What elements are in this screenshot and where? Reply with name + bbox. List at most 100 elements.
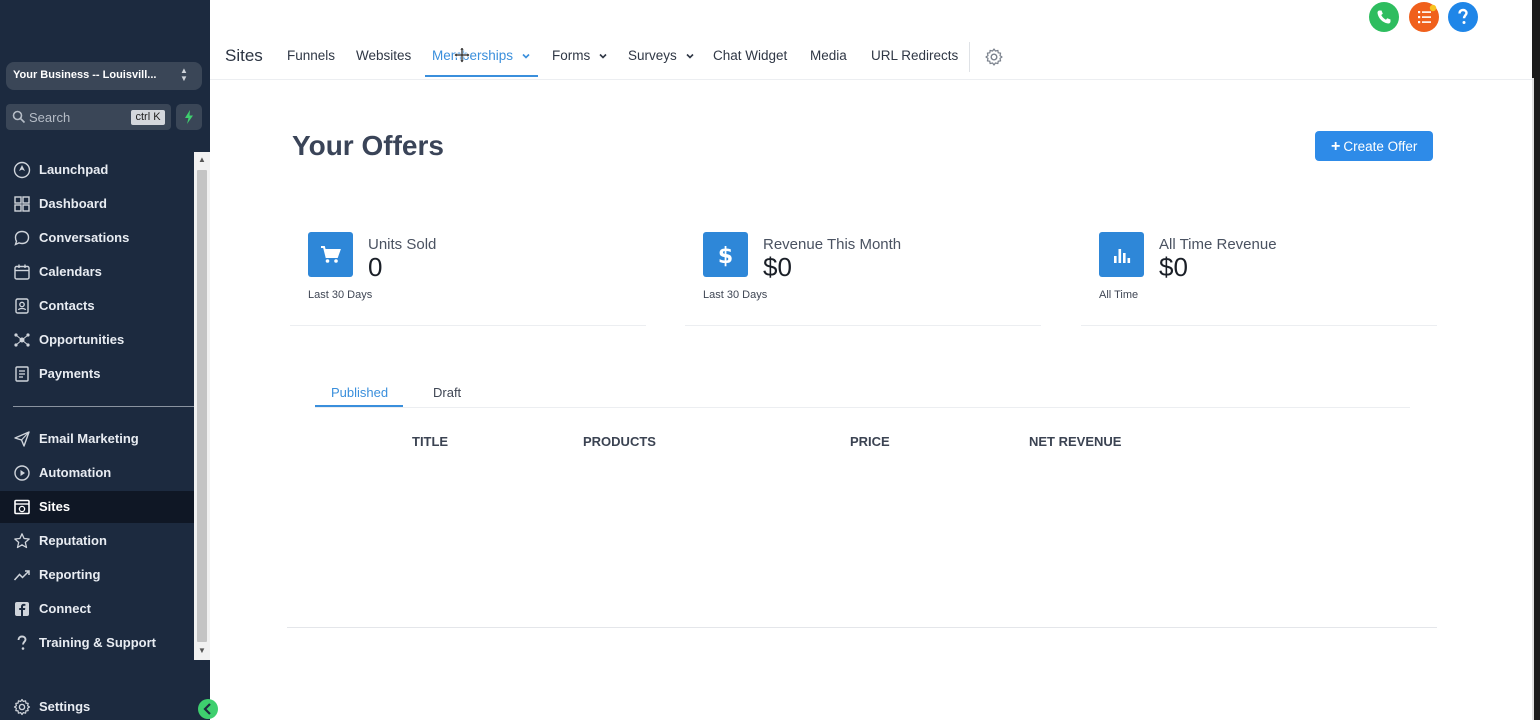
- sidebar-item-contacts[interactable]: Contacts: [0, 290, 194, 322]
- tab-memberships-label: Memberships: [432, 48, 514, 63]
- sidebar-item-label: Settings: [39, 699, 91, 714]
- scroll-up-arrow-icon[interactable]: ▲: [194, 152, 210, 168]
- stat-card-units-sold: Units Sold 0 Last 30 Days: [290, 216, 646, 326]
- dashboard-icon: [14, 196, 30, 212]
- chevron-down-icon: [685, 54, 694, 60]
- chevron-up-down-icon: ▲ ▼: [180, 66, 188, 83]
- sidebar-item-launchpad[interactable]: Launchpad: [0, 154, 194, 186]
- search-placeholder: Search: [29, 110, 71, 125]
- calendar-icon: [14, 264, 30, 280]
- column-header-products[interactable]: PRODUCTS: [583, 434, 656, 449]
- sidebar-item-opportunities[interactable]: Opportunities: [0, 324, 194, 356]
- subtab-divider: [315, 407, 1410, 408]
- tab-chat-widget[interactable]: Chat Widget: [713, 48, 787, 63]
- sidebar-item-settings[interactable]: Settings: [0, 691, 194, 720]
- sidebar-item-label: Training & Support: [39, 635, 156, 650]
- collapse-sidebar-button[interactable]: [198, 699, 218, 719]
- chevron-left-icon: [203, 703, 211, 715]
- sidebar-item-automation[interactable]: Automation: [0, 457, 194, 489]
- column-header-price[interactable]: PRICE: [850, 434, 890, 449]
- phone-button[interactable]: [1369, 2, 1399, 32]
- page-title: Your Offers: [292, 130, 444, 161]
- sidebar-item-connect[interactable]: Connect: [0, 593, 194, 625]
- tab-surveys[interactable]: Surveys: [628, 48, 695, 63]
- move-cursor-icon: [453, 46, 471, 64]
- search-shortcut: ctrl K: [131, 110, 165, 125]
- app-root: Your Business -- Louisvill... ▲ ▼ Search …: [0, 0, 1540, 720]
- launchpad-icon: [13, 161, 31, 179]
- question-icon: [17, 635, 27, 650]
- scroll-down-arrow-icon[interactable]: ▼: [194, 643, 210, 659]
- table-bottom-border: [287, 627, 1437, 628]
- sidebar-item-email-marketing[interactable]: Email Marketing: [0, 423, 194, 455]
- sidebar-item-label: Conversations: [39, 230, 130, 245]
- quick-actions-button[interactable]: [176, 104, 202, 130]
- payments-icon: [15, 366, 29, 382]
- tab-forms-label: Forms: [552, 48, 591, 63]
- column-header-net-revenue[interactable]: NET REVENUE: [1029, 434, 1121, 449]
- business-selector[interactable]: Your Business -- Louisvill...: [6, 62, 202, 90]
- lightning-icon: [185, 110, 193, 124]
- sidebar-item-label: Email Marketing: [39, 431, 139, 446]
- cart-icon: [321, 246, 341, 263]
- sidebar-item-label: Connect: [39, 601, 91, 616]
- sidebar-item-calendars[interactable]: Calendars: [0, 256, 194, 288]
- chevron-down-icon: [522, 54, 530, 60]
- sidebar-item-reputation[interactable]: Reputation: [0, 525, 194, 557]
- active-tab-indicator: [425, 75, 538, 77]
- sidebar-item-training-support[interactable]: Training & Support: [0, 627, 194, 659]
- sidebar-item-label: Dashboard: [39, 196, 107, 211]
- page-scrollbar[interactable]: [1532, 78, 1534, 720]
- sidebar-item-reporting[interactable]: Reporting: [0, 559, 194, 591]
- stat-value: $0: [763, 252, 792, 282]
- sidebar-item-label: Payments: [39, 366, 101, 381]
- plus-icon: +: [1331, 138, 1341, 155]
- tab-published[interactable]: Published: [331, 385, 388, 400]
- sidebar-item-label: Reporting: [39, 567, 101, 582]
- search-icon: [12, 110, 26, 124]
- tasks-button[interactable]: [1409, 2, 1439, 32]
- sidebar-item-dashboard[interactable]: Dashboard: [0, 188, 194, 220]
- tab-memberships[interactable]: Memberships: [432, 48, 531, 63]
- dollar-icon: $: [718, 244, 733, 269]
- contacts-icon: [15, 298, 29, 314]
- tab-forms[interactable]: Forms: [552, 48, 608, 63]
- sites-icon: [14, 499, 30, 515]
- stat-period: Last 30 Days: [308, 289, 373, 301]
- stat-period: All Time: [1099, 289, 1139, 301]
- bar-chart-icon-tile: [1099, 232, 1144, 277]
- bar-chart-icon: [1114, 249, 1131, 263]
- tab-url-redirects[interactable]: URL Redirects: [871, 48, 958, 63]
- trend-icon: [13, 570, 30, 581]
- sidebar-item-sites[interactable]: Sites: [0, 491, 194, 523]
- sidebar-item-payments[interactable]: Payments: [0, 358, 194, 390]
- gear-icon: [13, 698, 31, 716]
- sidebar-item-conversations[interactable]: Conversations: [0, 222, 194, 254]
- sidebar: Your Business -- Louisvill... ▲ ▼ Search …: [0, 0, 210, 720]
- tab-draft[interactable]: Draft: [433, 385, 461, 400]
- column-header-title[interactable]: TITLE: [412, 434, 448, 449]
- help-icon: [1458, 8, 1468, 24]
- send-icon: [14, 431, 30, 447]
- tab-media[interactable]: Media: [810, 48, 847, 63]
- stat-period: Last 30 Days: [703, 289, 768, 301]
- phone-icon: [1377, 10, 1391, 24]
- cart-icon-tile: [308, 232, 353, 277]
- tab-separator: [969, 42, 970, 72]
- stat-label: Units Sold: [368, 236, 437, 253]
- gear-icon[interactable]: [984, 47, 1004, 67]
- tab-funnels[interactable]: Funnels: [287, 48, 335, 63]
- sidebar-item-label: Reputation: [39, 533, 107, 548]
- opportunities-icon: [14, 333, 30, 347]
- sidebar-scrollbar-thumb[interactable]: [197, 170, 207, 642]
- sidebar-item-label: Automation: [39, 465, 112, 480]
- chevron-down-icon: [599, 54, 607, 60]
- svg-text:$: $: [718, 244, 733, 269]
- tab-websites[interactable]: Websites: [356, 48, 411, 63]
- stat-card-all-time-revenue: All Time Revenue $0 All Time: [1081, 216, 1437, 326]
- create-offer-label: + Create Offer: [1331, 138, 1417, 156]
- stat-value: 0: [368, 252, 383, 282]
- page-section-title: Sites: [225, 46, 263, 65]
- help-button[interactable]: [1448, 2, 1478, 32]
- list-icon: [1418, 4, 1437, 24]
